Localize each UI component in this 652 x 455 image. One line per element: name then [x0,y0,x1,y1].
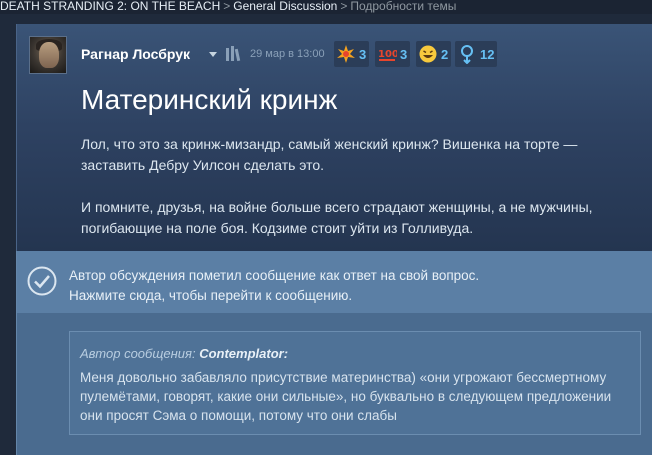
quote-box: Автор сообщения: Contemplator: Меня дово… [69,331,641,435]
post-paragraph: Лол, что это за кринж-мизандр, самый жен… [81,136,578,173]
checkmark-circle-icon [27,266,57,296]
answer-link[interactable]: Нажмите сюда, чтобы перейти к сообщению. [69,286,479,306]
avatar[interactable] [29,36,67,74]
post-paragraph: И помните, друзья, на войне больше всего… [81,199,593,236]
topic-post: Рагнар Лосбрук 29 мар в 13:00 3 100 3 2 … [16,24,652,251]
breadcrumb-game-link[interactable]: DEATH STRANDING 2: ON THE BEACH [0,0,220,13]
answer-notice-line: Автор обсуждения пометил сообщение как о… [69,268,480,283]
award-count: 2 [441,46,449,62]
hundred-award-icon: 100 [378,49,397,61]
breadcrumb-current: Подробности темы [350,0,457,13]
breadcrumb: DEATH STRANDING 2: ON THE BEACH > General … [0,0,652,14]
breadcrumb-separator: > [223,0,231,13]
chevron-down-icon[interactable] [209,52,217,57]
award-count: 3 [400,46,408,62]
award-count: 3 [359,46,367,62]
breadcrumb-forum-link[interactable]: General Discussion [233,0,337,13]
award-count: 12 [480,46,495,62]
author-row: Рагнар Лосбрук 29 мар в 13:00 3 100 3 2 … [29,36,649,74]
quote-text: Меня довольно забавляло присутствие мате… [80,370,612,423]
topic-title: Материнский кринж [81,84,338,115]
answer-banner[interactable]: Автор обсуждения пометил сообщение как о… [16,251,652,455]
quote-author-label: Автор сообщения: [80,346,200,361]
answer-notice[interactable]: Автор обсуждения пометил сообщение как о… [17,251,652,313]
medal-award-icon [461,45,473,64]
svg-text:100: 100 [378,49,397,60]
quote-author-name[interactable]: Contemplator: [199,346,288,361]
post-date: 29 мар в 13:00 [250,48,325,60]
quote-author: Автор сообщения: Contemplator: [80,346,288,361]
author-name[interactable]: Рагнар Лосбрук [81,46,190,62]
laughing-face-award-icon [419,45,437,63]
award-badge[interactable]: 12 [455,41,498,67]
award-badge[interactable]: 100 3 [375,41,411,67]
stack-icon [226,46,241,62]
avatar-face [39,42,59,68]
award-badge[interactable]: 2 [416,41,452,67]
explosion-award-icon [337,45,355,63]
breadcrumb-separator: > [340,0,348,13]
award-badge[interactable]: 3 [334,41,370,67]
post-body: Лол, что это за кринж-мизандр, самый жен… [81,134,621,260]
answer-notice-text: Автор обсуждения пометил сообщение как о… [69,266,479,306]
